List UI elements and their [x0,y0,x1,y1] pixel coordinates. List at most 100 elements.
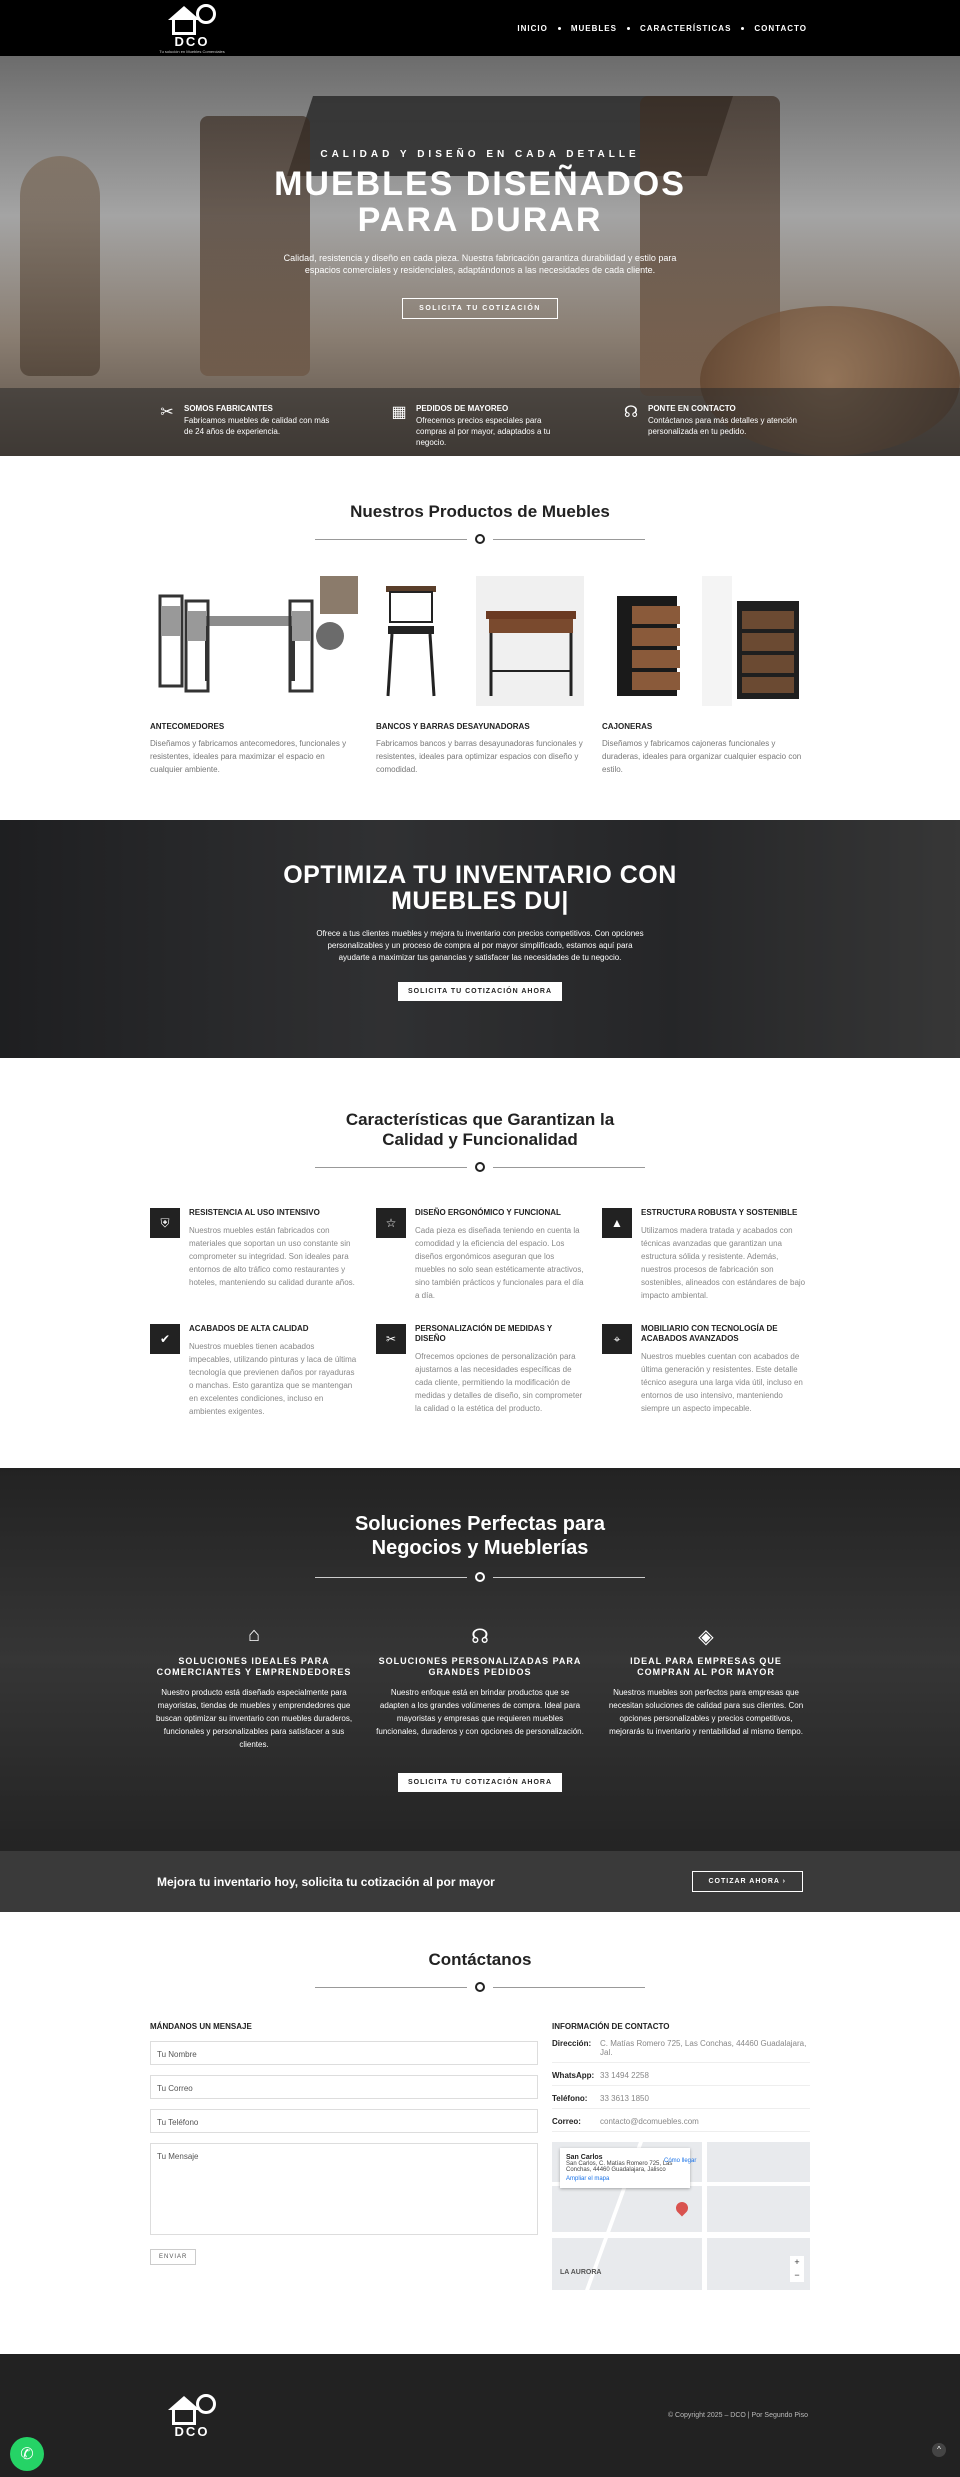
product-card[interactable]: CAJONERAS Diseñamos y fabricamos cajoner… [602,576,810,776]
chevron-right-icon: › [782,1878,786,1885]
info-value[interactable]: 33 3613 1850 [600,2094,649,2103]
hero-quote-button[interactable]: SOLICITA TU COTIZACIÓN [402,298,558,319]
info-label: Teléfono: [552,2094,588,2103]
feature-item: ▲ ESTRUCTURA ROBUSTA Y SOSTENIBLE Utiliz… [602,1208,810,1302]
name-field[interactable]: Tu Nombre [150,2041,538,2065]
product-description: Diseñamos y fabricamos cajoneras funcion… [602,739,802,774]
check-circle-icon: ✔ [150,1324,180,1354]
info-label: Correo: [552,2117,581,2126]
info-title: INFORMACIÓN DE CONTACTO [552,2022,670,2031]
feature-text: Cada pieza es diseñada teniendo en cuent… [415,1226,584,1300]
info-value[interactable]: contacto@dcomuebles.com [600,2117,699,2126]
contact-info: INFORMACIÓN DE CONTACTO Dirección: C. Mat… [552,2022,810,2290]
boxes-icon: ▦ [391,404,407,421]
footer-logo[interactable]: DCO [157,2392,227,2439]
solution-text: Nuestro producto está diseñado especialm… [155,1688,353,1749]
nav-separator [741,26,745,30]
inventory-band: OPTIMIZA TU INVENTARIO CON MUEBLES DU| O… [0,820,960,1058]
feature-text: Ofrecemos opciones de personalización pa… [415,1352,583,1413]
hero-feature: ✂ SOMOS FABRICANTES Fabricamos muebles d… [158,404,338,456]
solution-text: Nuestro enfoque está en brindar producto… [376,1688,584,1736]
feature-text: Nuestros muebles están fabricados con ma… [189,1226,355,1287]
cta-text: Mejora tu inventario hoy, solicita tu co… [157,1874,495,1889]
message-field[interactable]: Tu Mensaje [150,2143,538,2235]
hero-title: MUEBLES DISEÑADOS PARA DURAR [274,165,686,239]
building-icon: ▲ [602,1208,632,1238]
nav-inicio[interactable]: INICIO [517,24,547,33]
info-address: Dirección: C. Matías Romero 725, Las Conc… [552,2039,810,2063]
form-title: MÁNDANOS UN MENSAJE [150,2022,252,2031]
hero-feature-text: Contáctanos para más detalles y atención… [648,416,797,436]
hero-section: CALIDAD Y DISEÑO EN CADA DETALLE MUEBLES… [0,56,960,456]
features-section: Características que Garantizan la Calida… [0,1058,960,1468]
product-image-cajoneras [602,576,810,706]
map-enlarge-link[interactable]: Ampliar el mapa [566,2176,684,2182]
contact-title: Contáctanos [428,1950,532,1969]
map-directions-link[interactable]: Cómo llegar [664,2158,696,2164]
feature-text: Nuestros muebles tienen acabados impecab… [189,1342,357,1416]
solution-item: ⌂ SOLUCIONES IDEALES PARA COMERCIANTES Y… [150,1624,358,1751]
products-title: Nuestros Productos de Muebles [350,502,610,521]
product-description: Fabricamos bancos y barras desayunadoras… [376,739,583,774]
product-card[interactable]: ANTECOMEDORES Diseñamos y fabricamos ant… [150,576,358,776]
divider-ornament-icon [475,1162,485,1172]
contact-section: Contáctanos MÁNDANOS UN MENSAJE Tu Nombr… [0,1912,960,2354]
logo-text: DCO [174,34,210,49]
feature-title: ACABADOS DE ALTA CALIDAD [189,1324,309,1333]
products-section: Nuestros Productos de Muebles ANTECOMEDO… [0,456,960,820]
info-phone: Teléfono: 33 3613 1850 [552,2094,810,2109]
shield-icon: ⛨ [150,1208,180,1238]
solution-item: ◈ IDEAL PARA EMPRESAS QUE COMPRAN AL POR… [602,1624,810,1751]
cta-bar: Mejora tu inventario hoy, solicita tu co… [0,1851,960,1912]
contact-form: MÁNDANOS UN MENSAJE Tu Nombre Tu Correo … [150,2022,538,2290]
info-value[interactable]: 33 1494 2258 [600,2071,649,2080]
divider-ornament-icon [475,534,485,544]
section-divider [315,1982,645,1992]
hero-feature-title: PONTE EN CONTACTO [648,404,736,413]
feature-item: ⛨ RESISTENCIA AL USO INTENSIVO Nuestros … [150,1208,358,1302]
nav-muebles[interactable]: MUEBLES [571,24,617,33]
feature-title: PERSONALIZACIÓN DE MEDIDAS Y DISEÑO [415,1324,553,1343]
map-place-name: San Carlos [566,2154,603,2161]
feature-text: Nuestros muebles cuentan con acabados de… [641,1352,803,1413]
solutions-section: Soluciones Perfectas para Negocios y Mue… [0,1468,960,1851]
scroll-top-icon[interactable]: ^ [932,2443,946,2457]
divider-ornament-icon [475,1572,485,1582]
hero-feature: ☊ PONTE EN CONTACTO Contáctanos para más… [622,404,802,456]
product-image-bancos [376,576,584,706]
product-card[interactable]: BANCOS Y BARRAS DESAYUNADORAS Fabricamos… [376,576,584,776]
map-area-label: LA AURORA [560,2269,602,2276]
band-quote-button[interactable]: SOLICITA TU COTIZACIÓN AHORA [397,982,562,1001]
headset-icon: ☊ [623,404,639,421]
info-value: C. Matías Romero 725, Las Conchas, 44460… [600,2039,807,2057]
quote-now-button[interactable]: COTIZAR AHORA › [691,1871,803,1892]
nav-contacto[interactable]: CONTACTO [754,24,807,33]
location-map[interactable]: San Carlos San Carlos, C. Matías Romero … [552,2142,810,2290]
feature-text: Utilizamos madera tratada y acabados con… [641,1226,806,1300]
feature-item: ⌖ MOBILIARIO CON TECNOLOGÍA DE ACABADOS … [602,1324,810,1418]
whatsapp-icon[interactable]: ✆ [10,2437,44,2471]
submit-button[interactable]: ENVIAR [150,2249,197,2265]
features-title: Características que Garantizan la Calida… [345,1110,615,1149]
logo-text: DCO [174,2424,210,2439]
logo-tagline: Tu solución en Muebles Comerciales [159,49,225,54]
info-whatsapp: WhatsApp: 33 1494 2258 [552,2071,810,2086]
info-label: Dirección: [552,2039,592,2048]
email-field[interactable]: Tu Correo [150,2075,538,2099]
solution-text: Nuestros muebles son perfectos para empr… [608,1688,804,1736]
quote-now-label: COTIZAR AHORA [708,1878,780,1885]
band-description: Ofrece a tus clientes muebles y mejora t… [316,929,644,962]
tools-icon: ✂ [376,1324,406,1354]
nav-caracteristicas[interactable]: CARACTERÍSTICAS [640,24,731,33]
nav-separator [626,26,630,30]
hero-feature-text: Fabricamos muebles de calidad con más de… [184,416,330,436]
map-zoom-control[interactable]: + − [790,2256,804,2282]
solutions-quote-button[interactable]: SOLICITA TU COTIZACIÓN AHORA [397,1773,562,1792]
hero-feature-title: SOMOS FABRICANTES [184,404,273,413]
section-divider [315,1572,645,1582]
feature-title: ESTRUCTURA ROBUSTA Y SOSTENIBLE [641,1208,798,1217]
logo[interactable]: DCO Tu solución en Muebles Comerciales [157,2,227,54]
solution-item: ☊ SOLUCIONES PERSONALIZADAS PARA GRANDES… [376,1624,584,1751]
phone-field[interactable]: Tu Teléfono [150,2109,538,2133]
divider-ornament-icon [475,1982,485,1992]
